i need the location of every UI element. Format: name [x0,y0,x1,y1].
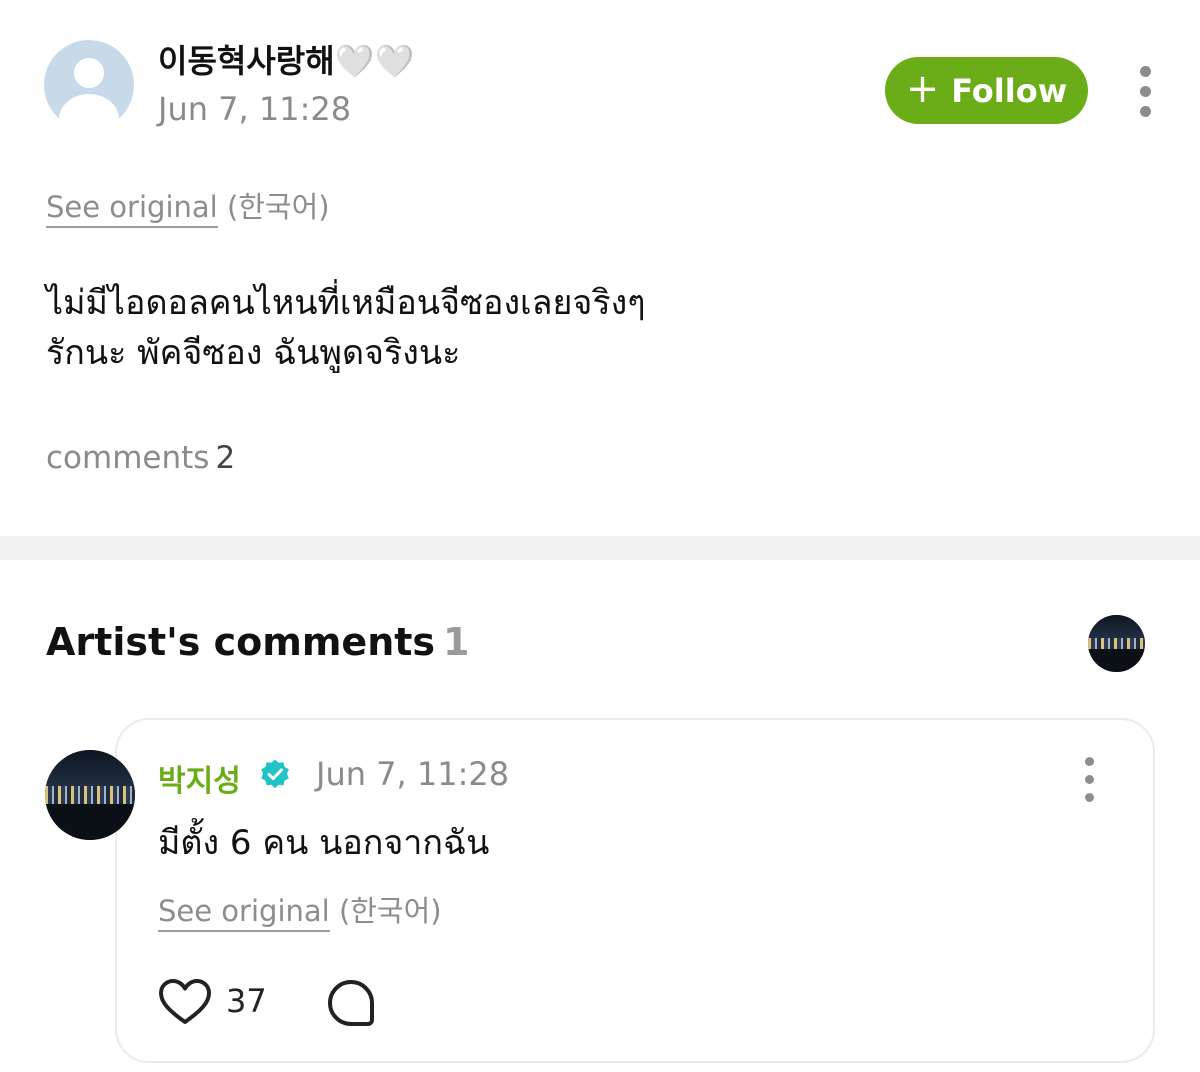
section-divider [0,536,1200,560]
post-date: Jun 7, 11:28 [158,90,352,128]
artist-comments-heading: Artist's comments 1 [46,620,470,664]
post-body-line: รักนะ พัคจีซอง ฉันพูดจริงนะ [46,333,461,373]
author-avatar[interactable] [44,40,134,130]
follow-button[interactable]: + Follow [885,57,1088,124]
see-original-link[interactable]: See original [46,190,218,228]
comment-date: Jun 7, 11:28 [316,755,510,793]
white-heart-emoji: 🤍🤍 [334,42,415,80]
commenter-name[interactable]: 박지성 [158,756,241,800]
see-original-link[interactable]: See original [158,894,330,932]
post-body-line: ไม่มีไอดอลคนไหนที่เหมือนจีซองเลยจริงๆ [46,283,646,323]
post-section: 이동혁사랑해🤍🤍 Jun 7, 11:28 + Follow See origi… [0,0,1200,536]
plus-icon: + [905,65,940,112]
heart-icon[interactable] [158,978,212,1026]
comments-count[interactable]: comments 2 [46,440,235,476]
post-body: ไม่มีไอดอลคนไหนที่เหมือนจีซองเลยจริงๆ รั… [46,278,645,378]
default-avatar-icon [74,58,104,88]
like-count: 37 [226,982,267,1020]
original-language: (한국어) [226,190,330,224]
more-icon[interactable] [1139,66,1151,117]
original-language: (한국어) [338,894,442,928]
more-icon[interactable] [1083,757,1095,802]
see-original: See original (한국어) [158,888,442,932]
comment-bubble-icon[interactable] [326,978,376,1028]
follow-label: Follow [951,71,1068,110]
commenter-avatar[interactable] [45,750,135,840]
see-original: See original (한국어) [46,184,330,228]
verified-badge-icon [261,759,289,789]
artist-avatar-small[interactable] [1088,615,1145,672]
comment-text: มีตั้ง 6 คน นอกจากฉัน [158,823,490,863]
author-name[interactable]: 이동혁사랑해🤍🤍 [158,36,414,82]
